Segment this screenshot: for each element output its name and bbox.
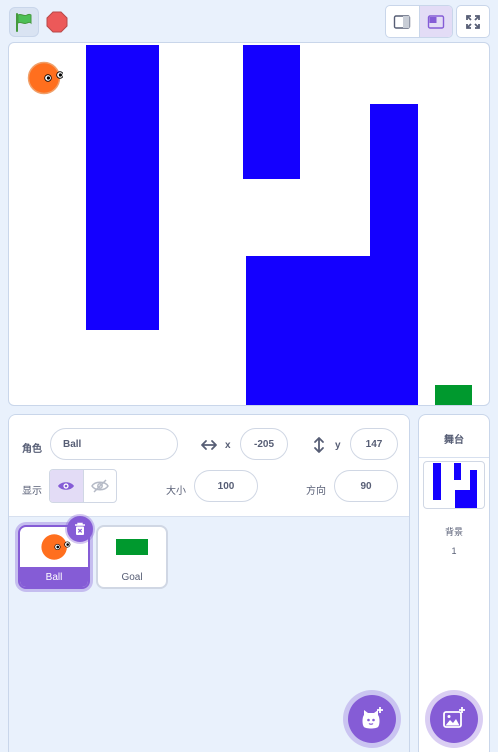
goal-thumbnail [116, 539, 148, 555]
goal-sprite[interactable] [435, 385, 472, 405]
stage-divider [419, 457, 489, 458]
maze-wall [243, 45, 300, 179]
add-sprite-button[interactable] [348, 695, 396, 743]
ball-sprite[interactable] [27, 61, 63, 95]
normal-stage-icon [427, 14, 444, 29]
stage-size-toggle [385, 5, 453, 38]
hide-button[interactable] [82, 470, 117, 502]
x-input[interactable]: -205 [240, 428, 288, 460]
ball-thumbnail [41, 534, 71, 560]
green-flag-button[interactable] [9, 7, 39, 37]
y-input[interactable]: 147 [350, 428, 398, 460]
image-add-icon [443, 707, 465, 728]
normal-stage-button[interactable] [418, 6, 452, 37]
backdrop-count: 1 [451, 546, 457, 556]
eye-icon [58, 482, 75, 490]
maze-wall [86, 45, 159, 330]
backdrop-thumbnail[interactable] [423, 461, 485, 509]
size-label: 大小 [166, 486, 186, 497]
show-label: 显示 [22, 486, 42, 497]
delete-sprite-button[interactable] [67, 516, 93, 542]
stop-sign-icon [46, 11, 68, 33]
maze-wall [246, 256, 418, 405]
small-stage-button[interactable] [386, 6, 419, 37]
sprite-tile-goal[interactable]: Goal [96, 525, 168, 589]
stage-canvas[interactable] [8, 42, 490, 406]
vertical-arrows-icon [314, 437, 324, 453]
stop-button[interactable] [44, 9, 70, 35]
eye-slash-icon [90, 479, 109, 493]
direction-label: 方向 [306, 486, 326, 497]
sprite-info: 角色 Ball x -205 y 147 显示 大小 100 方向 90 [9, 415, 409, 517]
y-label: y [335, 440, 341, 451]
show-button[interactable] [50, 470, 83, 502]
stage-title: 舞台 [444, 435, 464, 446]
size-input[interactable]: 100 [194, 470, 258, 502]
x-label: x [225, 440, 231, 451]
sprite-tile-name: Ball [20, 567, 88, 587]
cat-add-icon [362, 707, 383, 729]
horizontal-arrows-icon [201, 440, 217, 450]
direction-input[interactable]: 90 [334, 470, 398, 502]
add-backdrop-button[interactable] [430, 695, 478, 743]
fullscreen-icon [466, 14, 480, 29]
sprite-label: 角色 [22, 444, 42, 455]
sprite-pane: 角色 Ball x -205 y 147 显示 大小 100 方向 90 Bal… [8, 414, 410, 752]
green-flag-icon [16, 13, 32, 32]
sprite-name-input[interactable]: Ball [50, 428, 178, 460]
trash-icon [75, 522, 85, 535]
visibility-toggle [49, 469, 117, 503]
small-stage-icon [394, 14, 411, 29]
fullscreen-button[interactable] [456, 5, 490, 38]
sprite-tile-name: Goal [121, 571, 143, 583]
backdrop-label: 背景 [444, 527, 463, 537]
